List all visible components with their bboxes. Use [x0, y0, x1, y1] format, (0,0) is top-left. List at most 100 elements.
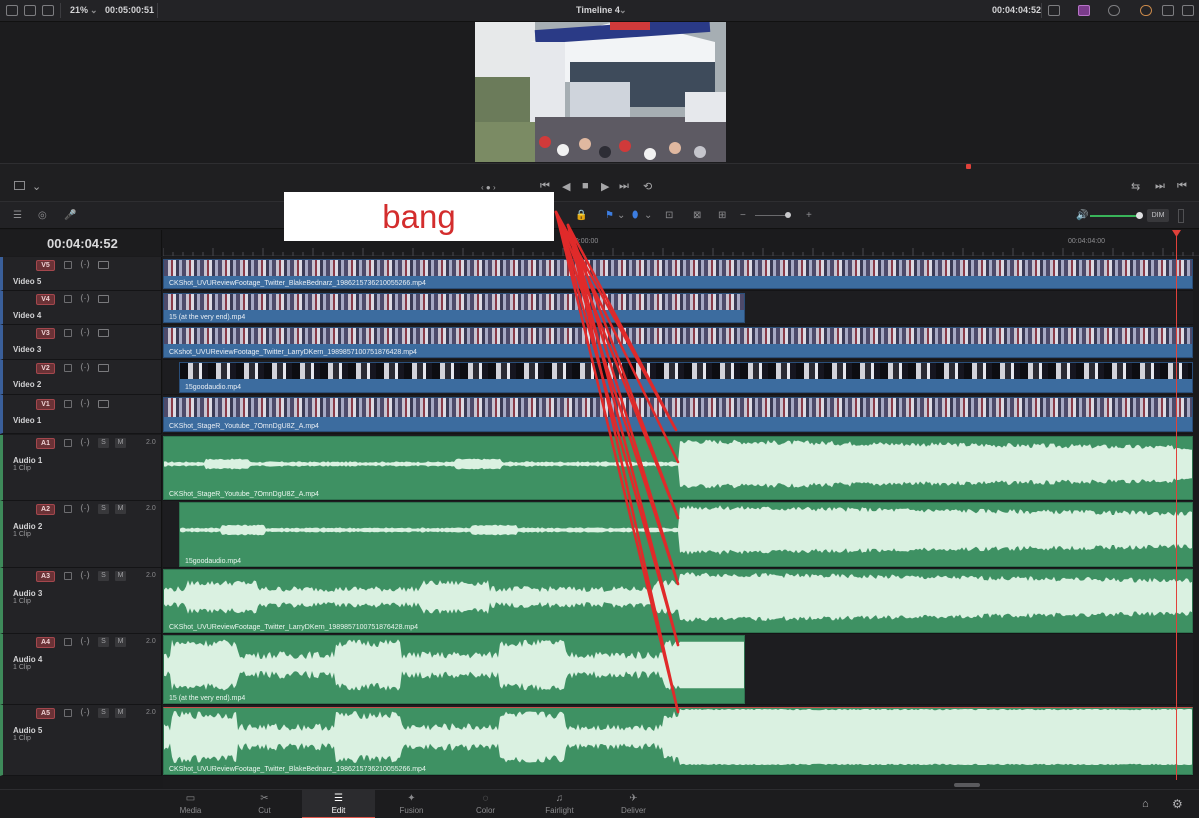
track-lane-a3[interactable]: CKShot_UVUReviewFootage_Twitter_LarryDKe… [163, 568, 1193, 634]
page-tab-color[interactable]: ◌ Color [449, 790, 522, 818]
track-id-badge[interactable]: V5 [36, 260, 55, 271]
lock-track-icon[interactable] [64, 295, 72, 303]
page-tab-cut[interactable]: ✂ Cut [228, 790, 301, 818]
track-header-a5[interactable]: A5 ⟨·⟩ S M 2.0 Audio 5 1 Clip [0, 705, 162, 776]
auto-select-icon[interactable]: ⟨·⟩ [80, 503, 90, 514]
settings-gear-icon[interactable]: ⚙ [1172, 797, 1183, 811]
page-tab-media[interactable]: ▭ Media [154, 790, 227, 818]
timeline-scrollbar[interactable] [163, 776, 1199, 788]
track-header-a3[interactable]: A3 ⟨·⟩ S M 2.0 Audio 3 1 Clip [0, 568, 162, 634]
auto-select-icon[interactable]: ⟨·⟩ [80, 293, 90, 304]
zoom-slider[interactable] [755, 215, 788, 216]
track-monitor-icon[interactable] [98, 364, 109, 372]
solo-button[interactable]: S [98, 438, 109, 448]
track-lane-v1[interactable]: CKShot_StageR_Youtube_7OmnDgU8Z_A.mp4 [163, 395, 1193, 434]
mute-button[interactable]: M [115, 504, 126, 514]
next-edit-icon[interactable]: ⏭ [1155, 180, 1165, 193]
track-lane-a2[interactable]: 15goodaudio.mp4 [163, 501, 1193, 568]
viewer-crop-icon[interactable] [14, 181, 25, 190]
track-lane-a4[interactable]: 15 (at the very end).mp4 [163, 634, 1193, 705]
full-extent-zoom-icon[interactable]: ⊡ [665, 210, 673, 221]
lock-track-icon[interactable] [64, 329, 72, 337]
track-monitor-icon[interactable] [98, 295, 109, 303]
viewer-frame[interactable] [475, 22, 726, 162]
settings-menu-icon[interactable] [1162, 5, 1174, 16]
safe-area-icon[interactable] [1108, 5, 1120, 16]
jog-control-icon[interactable]: ‹ ● › [481, 183, 496, 192]
lock-track-icon[interactable] [64, 572, 72, 580]
zoom-level[interactable]: 21% [70, 5, 88, 15]
timeline-view-options-icon[interactable]: ☰ [13, 210, 22, 221]
lock-track-icon[interactable] [64, 400, 72, 408]
audio-clip[interactable]: 15 (at the very end).mp4 [163, 635, 745, 704]
viewer-mode-icon[interactable] [1048, 5, 1060, 16]
go-to-end-icon[interactable]: ⏭ [619, 180, 629, 193]
track-lane-a5[interactable]: CKShot_UVUReviewFootage_Twitter_BlakeBed… [163, 705, 1193, 776]
lock-track-icon[interactable] [64, 261, 72, 269]
video-clip[interactable]: CKshot_UVUReviewFootage_Twitter_LarryDKe… [163, 327, 1193, 358]
solo-button[interactable]: S [98, 504, 109, 514]
video-clip[interactable]: 15goodaudio.mp4 [179, 362, 1193, 393]
track-monitor-icon[interactable] [98, 261, 109, 269]
previous-edit-icon[interactable]: ⏮ [1177, 180, 1187, 193]
track-monitor-icon[interactable] [98, 329, 109, 337]
track-header-a4[interactable]: A4 ⟨·⟩ S M 2.0 Audio 4 1 Clip [0, 634, 162, 705]
voiceover-mic-icon[interactable]: 🎤 [64, 210, 76, 221]
auto-select-icon[interactable]: ⟨·⟩ [80, 259, 90, 270]
solo-button[interactable]: S [98, 708, 109, 718]
play-icon[interactable]: ▶ [601, 180, 609, 193]
color-scopes-icon[interactable] [1140, 5, 1152, 16]
detail-zoom-icon[interactable]: ⊠ [693, 210, 701, 221]
track-lane-v5[interactable]: CKShot_UVUReviewFootage_Twitter_BlakeBed… [163, 257, 1193, 291]
track-id-badge[interactable]: V3 [36, 328, 55, 339]
track-monitor-icon[interactable] [98, 400, 109, 408]
options-menu-icon[interactable] [1182, 5, 1194, 16]
track-lane-v2[interactable]: 15goodaudio.mp4 [163, 360, 1193, 395]
layout-icon[interactable] [6, 5, 18, 16]
snapping-icon[interactable]: ◎ [38, 210, 47, 221]
flag-dropdown-icon[interactable]: ⌄ [617, 210, 625, 221]
custom-zoom-icon[interactable]: ⊞ [718, 210, 726, 221]
page-tab-fusion[interactable]: ✦ Fusion [375, 790, 448, 818]
video-clip[interactable]: 15 (at the very end).mp4 [163, 293, 745, 323]
auto-select-icon[interactable]: ⟨·⟩ [80, 398, 90, 409]
lock-track-icon[interactable] [64, 709, 72, 717]
speaker-icon[interactable]: 🔊 [1076, 210, 1088, 221]
track-id-badge[interactable]: A4 [36, 637, 55, 648]
timeline-scrollbar-thumb[interactable] [954, 783, 980, 787]
lock-tracks-icon[interactable]: 🔒 [575, 210, 587, 221]
marker-icon[interactable]: ⬮ [632, 210, 638, 221]
playhead-line[interactable] [1176, 232, 1177, 780]
home-icon[interactable]: ⌂ [1142, 798, 1149, 810]
video-clip[interactable]: CKShot_StageR_Youtube_7OmnDgU8Z_A.mp4 [163, 397, 1193, 432]
mute-button[interactable]: M [115, 708, 126, 718]
zoom-out-icon[interactable]: − [740, 210, 746, 221]
track-id-badge[interactable]: A2 [36, 504, 55, 515]
track-header-v4[interactable]: V4 ⟨·⟩ Video 4 [0, 291, 162, 325]
loop-icon[interactable]: ⟲ [643, 180, 652, 193]
volume-slider-handle[interactable] [1136, 212, 1143, 219]
auto-select-icon[interactable]: ⟨·⟩ [80, 327, 90, 338]
play-reverse-icon[interactable]: ◀ [562, 180, 570, 193]
track-lane-v4[interactable]: 15 (at the very end).mp4 [163, 291, 1193, 325]
auto-select-icon[interactable]: ⟨·⟩ [80, 636, 90, 647]
track-id-badge[interactable]: V1 [36, 399, 55, 410]
audio-clip[interactable]: CKShot_UVUReviewFootage_Twitter_BlakeBed… [163, 707, 1193, 775]
auto-select-icon[interactable]: ⟨·⟩ [80, 707, 90, 718]
page-tab-deliver[interactable]: ✈ Deliver [597, 790, 670, 818]
current-timecode[interactable]: 00:04:04:52 [47, 236, 118, 251]
video-clip[interactable]: CKShot_UVUReviewFootage_Twitter_BlakeBed… [163, 259, 1193, 289]
track-header-a1[interactable]: A1 ⟨·⟩ S M 2.0 Audio 1 1 Clip [0, 435, 162, 501]
track-header-v5[interactable]: V5 ⟨·⟩ Video 5 [0, 257, 162, 291]
track-header-v3[interactable]: V3 ⟨·⟩ Video 3 [0, 325, 162, 360]
match-frame-icon[interactable]: ⇆ [1131, 180, 1140, 193]
auto-select-icon[interactable]: ⟨·⟩ [80, 570, 90, 581]
color-output-icon[interactable] [1078, 5, 1090, 16]
viewer-scrubber[interactable] [0, 163, 1199, 175]
audio-meter-toggle[interactable] [1178, 209, 1184, 223]
track-lane-a1[interactable]: CKShot_StageR_Youtube_7OmnDgU8Z_A.mp4 [163, 435, 1193, 501]
audio-clip[interactable]: CKShot_StageR_Youtube_7OmnDgU8Z_A.mp4 [163, 436, 1193, 500]
track-id-badge[interactable]: A1 [36, 438, 55, 449]
mute-button[interactable]: M [115, 571, 126, 581]
lock-track-icon[interactable] [64, 439, 72, 447]
